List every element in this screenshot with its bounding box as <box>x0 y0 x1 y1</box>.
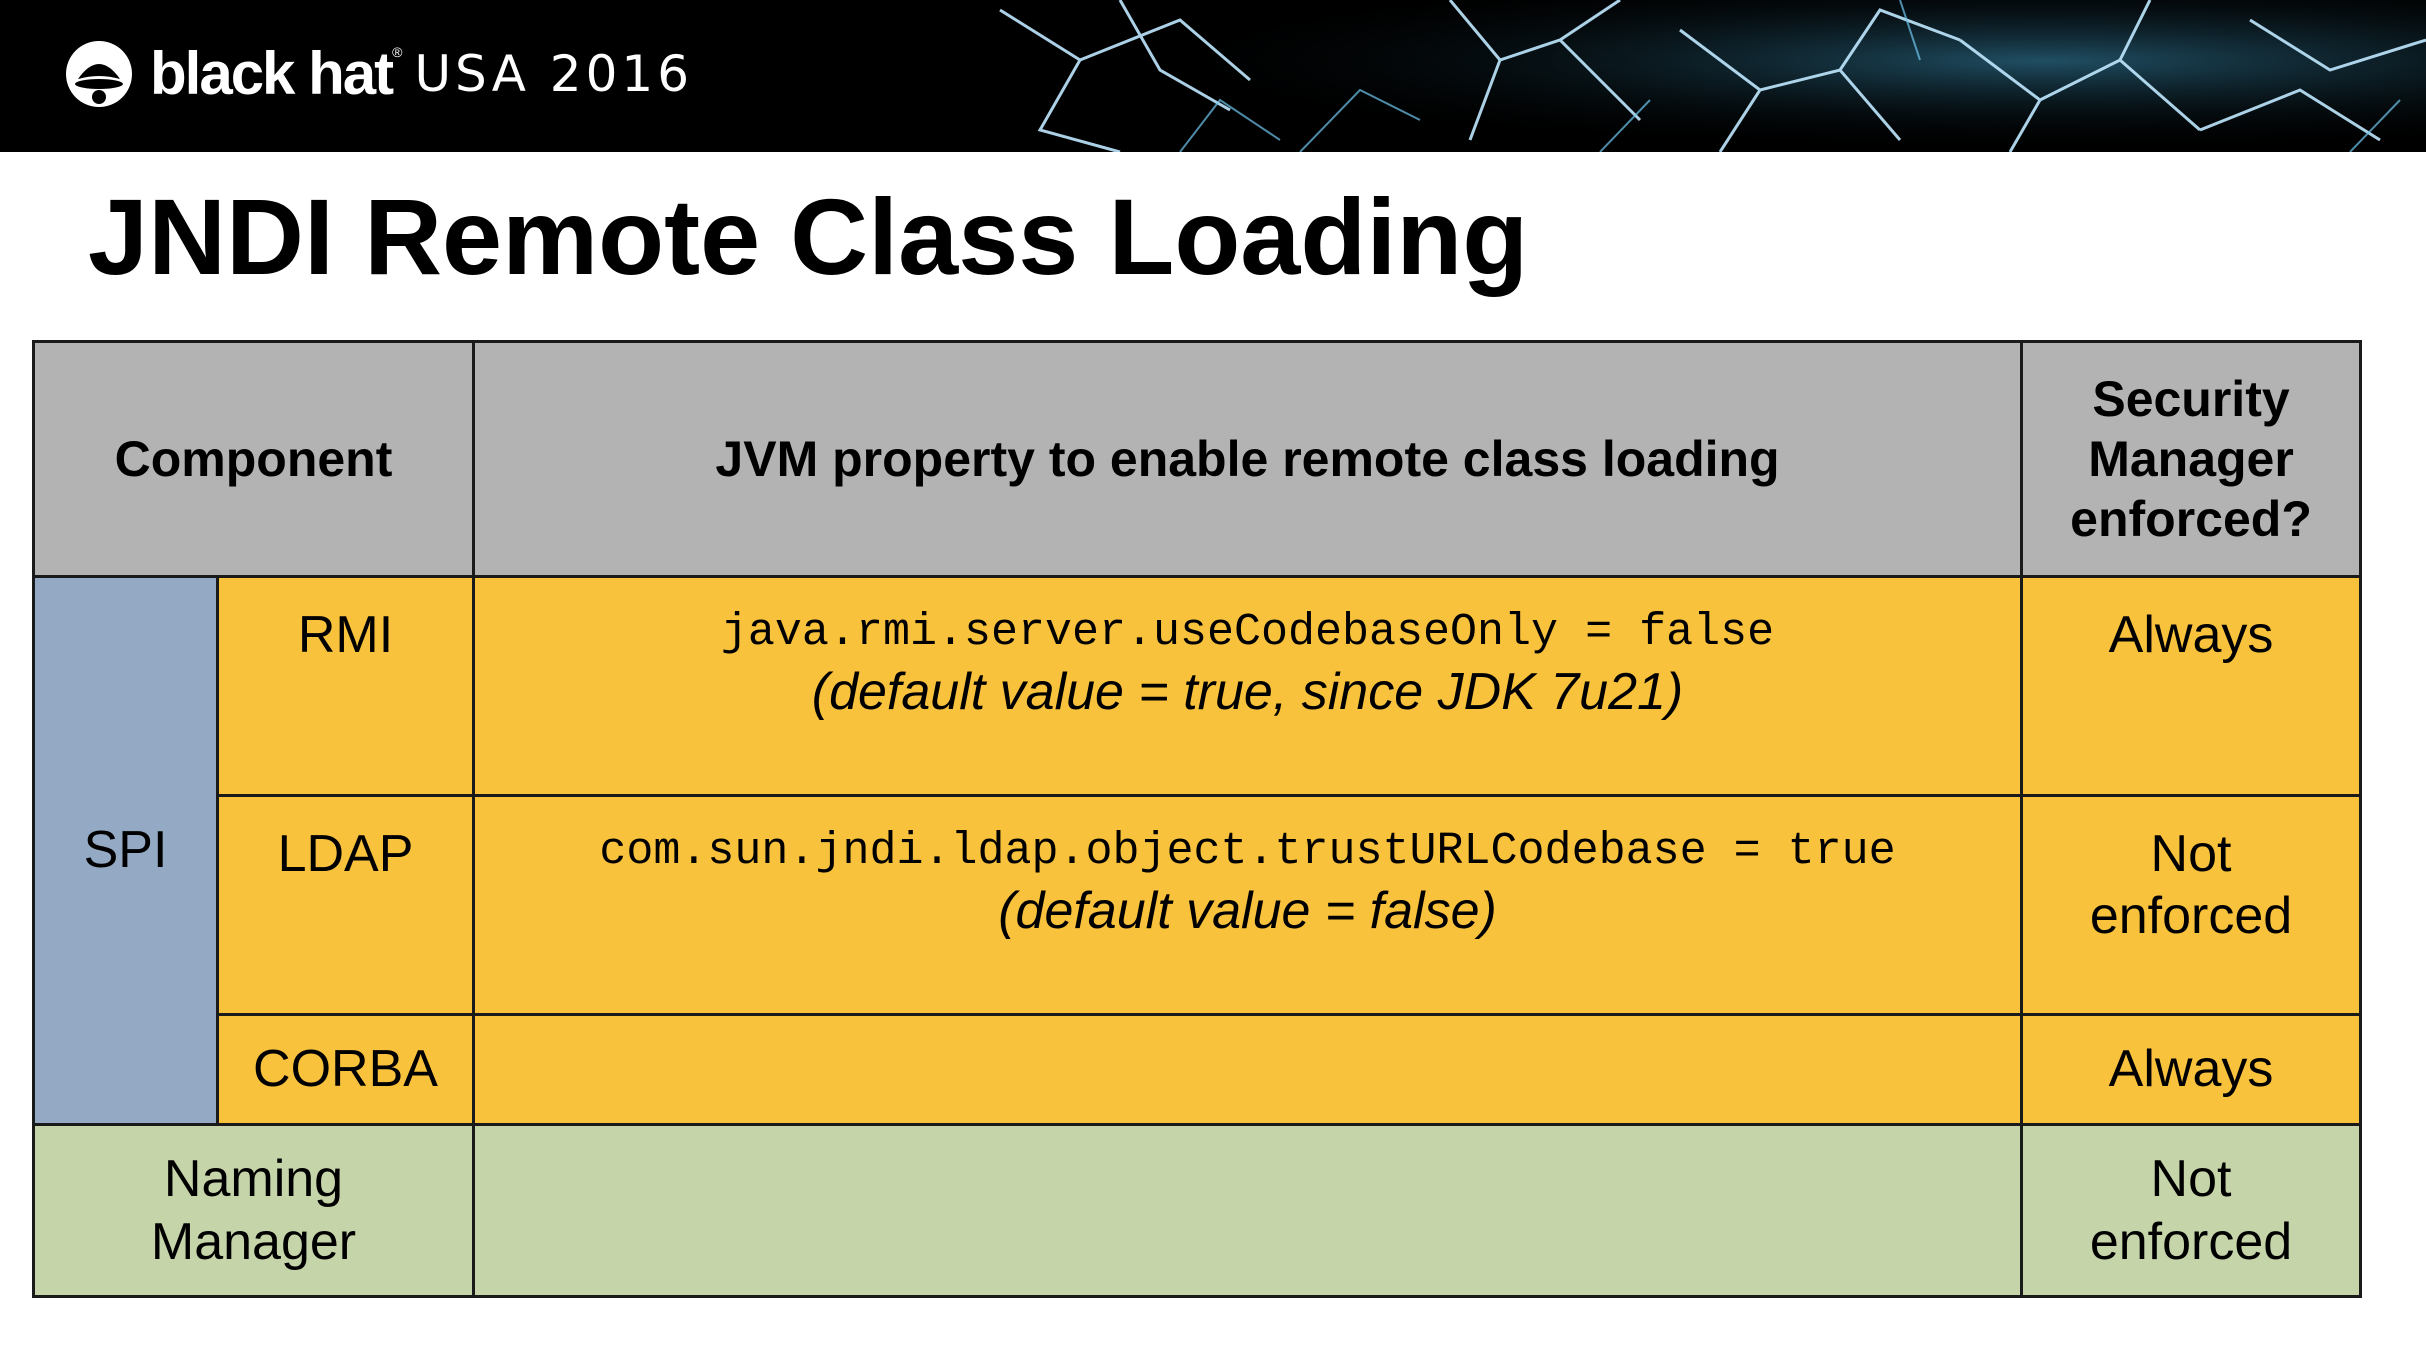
header-component: Component <box>31 340 476 578</box>
security-value: Not enforced <box>2089 1150 2293 1271</box>
table-row: SPI RMI java.rmi.server.useCodebaseOnly … <box>32 575 2363 1126</box>
header-row: Component JVM property to enable remote … <box>31 340 2363 578</box>
property-code: java.rmi.server.useCodebaseOnly = false <box>720 607 1775 658</box>
component-cell: LDAP <box>215 794 476 1016</box>
default-note: (default value = true, since JDK 7u21) <box>811 662 1684 721</box>
default-note: (default value = false) <box>998 881 1497 940</box>
registered-mark: ® <box>392 44 403 60</box>
slide-title: JNDI Remote Class Loading <box>88 176 1529 297</box>
naming-manager-cell: Naming Manager <box>31 1123 476 1298</box>
header-banner: black hat ® USA 2016 <box>0 0 2426 152</box>
security-cell: Not enforced <box>2020 794 2363 1016</box>
security-cell: Always <box>2020 575 2363 797</box>
property-cell: java.rmi.server.useCodebaseOnly = false … <box>472 575 2024 797</box>
blackhat-logo: black hat ® USA 2016 <box>62 34 693 114</box>
property-cell <box>472 1013 2024 1126</box>
spi-group-cell: SPI <box>32 575 219 1126</box>
component-cell: RMI <box>215 575 476 797</box>
component-cell: CORBA <box>215 1013 476 1126</box>
table-row: CORBA Always <box>34 1013 2363 1126</box>
table-row: Naming Manager Not enforced <box>31 1123 2363 1298</box>
property-cell <box>472 1123 2024 1298</box>
header-security: Security Manager enforced? <box>2020 340 2363 578</box>
table-row: LDAP com.sun.jndi.ldap.object.trustURLCo… <box>34 794 2363 1016</box>
hat-silhouette-icon <box>66 41 132 107</box>
naming-manager-label: Naming Manager <box>150 1150 357 1271</box>
security-cell: Not enforced <box>2020 1123 2363 1298</box>
jndi-table: Component JVM property to enable remote … <box>31 340 2363 1298</box>
event-name: USA 2016 <box>414 45 694 103</box>
security-cell: Always <box>2020 1013 2363 1126</box>
property-cell: com.sun.jndi.ldap.object.trustURLCodebas… <box>472 794 2024 1016</box>
header-property: JVM property to enable remote class load… <box>472 340 2024 578</box>
property-code: com.sun.jndi.ldap.object.trustURLCodebas… <box>599 826 1896 877</box>
security-value: Not enforced <box>2089 825 2293 946</box>
header-security-label: Security Manager enforced? <box>2070 371 2312 547</box>
brand-name: black hat <box>150 40 394 107</box>
